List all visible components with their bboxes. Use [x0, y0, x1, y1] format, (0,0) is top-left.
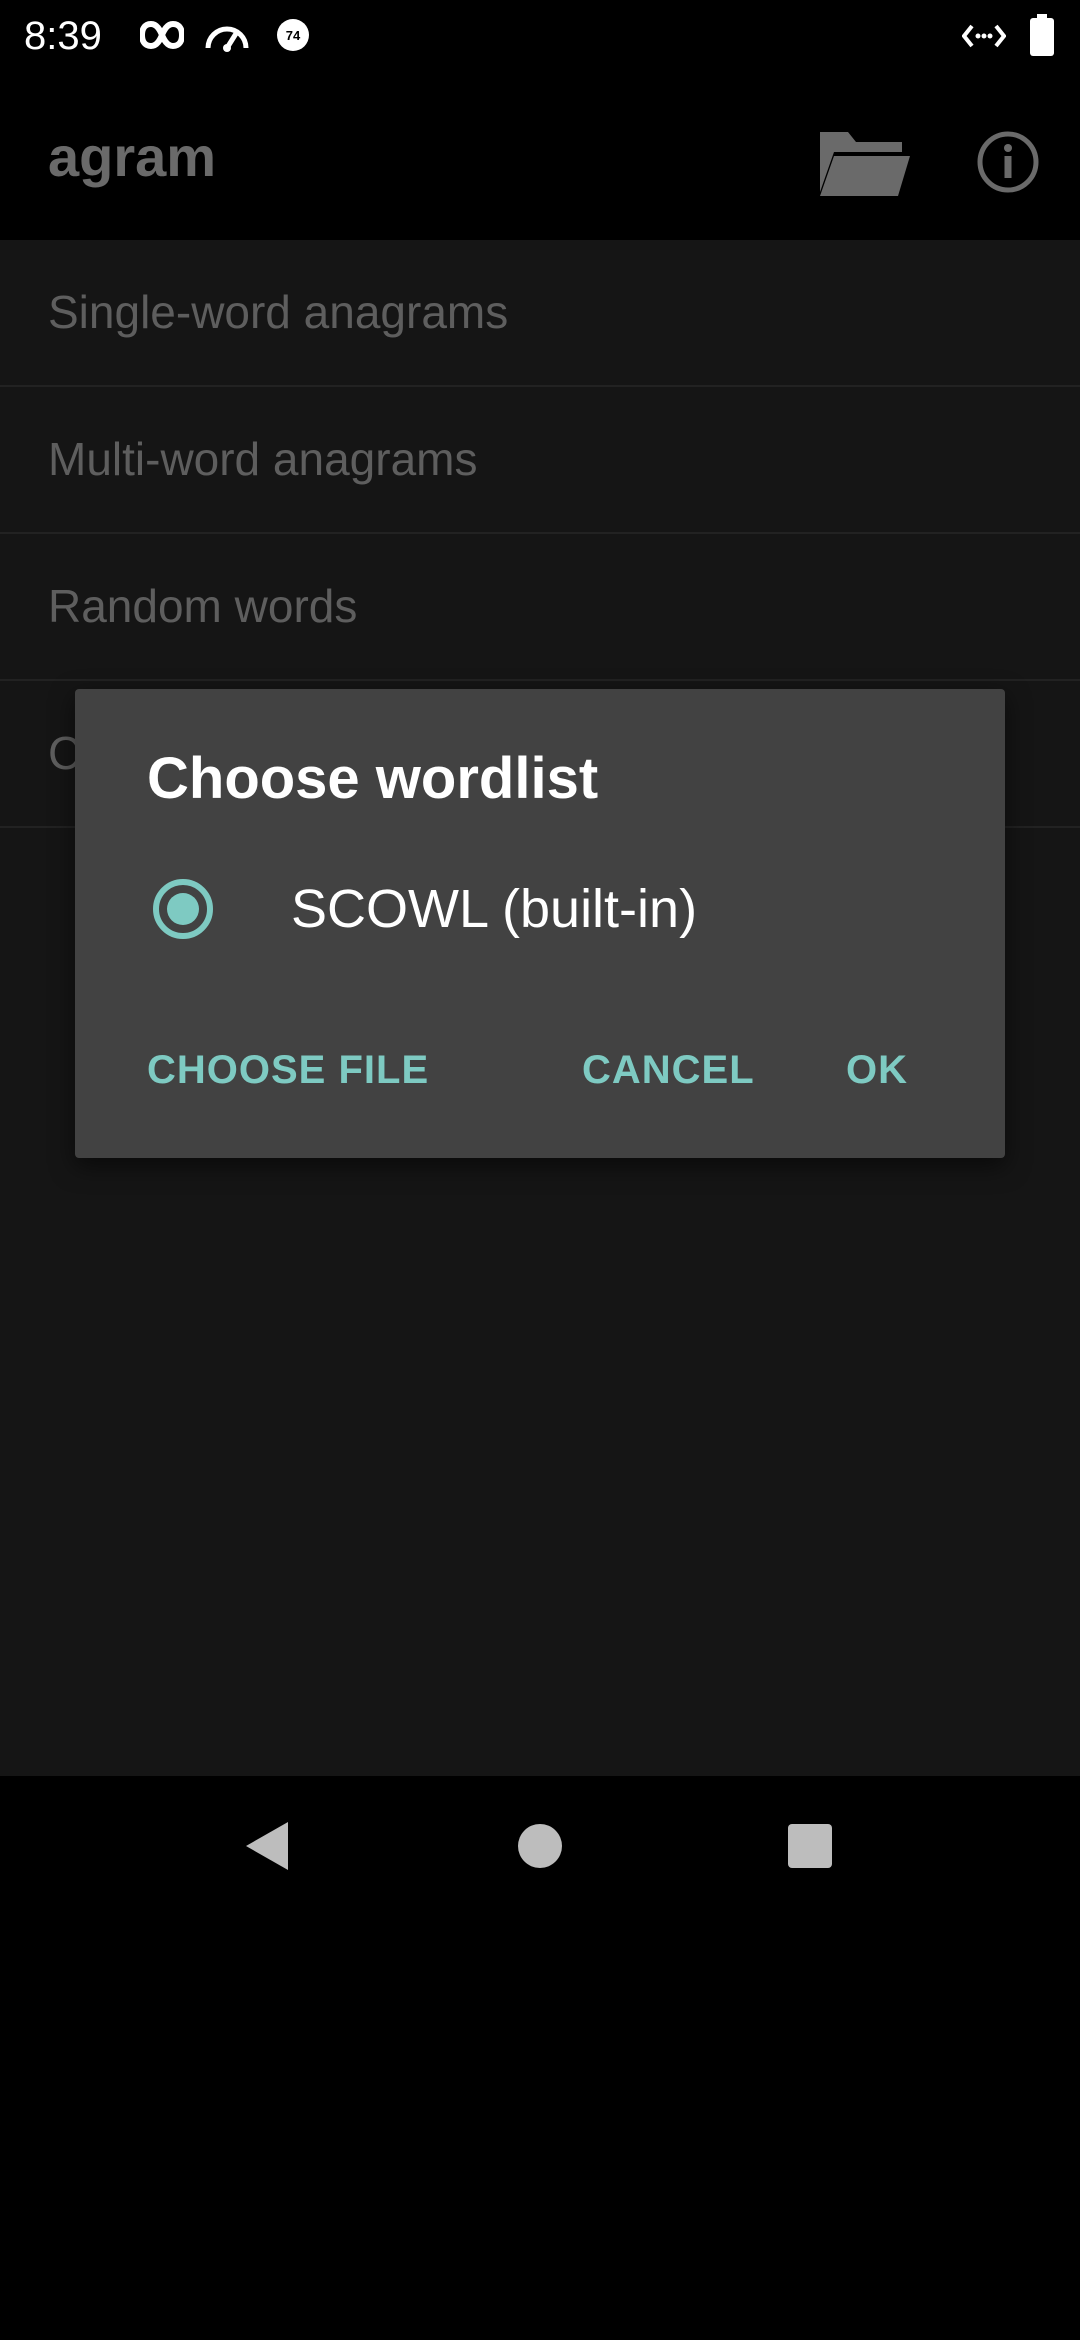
infinity-icon — [138, 20, 186, 50]
wordlist-option-label: SCOWL (built-in) — [291, 879, 698, 939]
info-button[interactable] — [958, 112, 1058, 212]
back-triangle-icon — [218, 1822, 318, 1900]
battery-icon — [1030, 14, 1054, 56]
ok-button[interactable]: OK — [846, 1034, 908, 1106]
choose-file-button[interactable]: CHOOSE FILE — [147, 1034, 429, 1106]
recents-button[interactable] — [760, 1796, 860, 1896]
radio-selected-icon[interactable] — [151, 877, 215, 941]
badge-74-icon: 74 — [276, 18, 310, 52]
menu-item-label: Random words — [48, 580, 358, 632]
menu-item-random-words[interactable]: Random words — [0, 534, 1080, 681]
badge-number: 74 — [286, 28, 301, 43]
app-bar: agram — [0, 72, 1080, 240]
choose-wordlist-dialog: Choose wordlist SCOWL (built-in) CHOOSE … — [75, 689, 1005, 1158]
cancel-button[interactable]: CANCEL — [582, 1034, 755, 1106]
menu-item-label: Single-word anagrams — [48, 286, 509, 338]
wordlist-option-scowl[interactable]: SCOWL (built-in) — [75, 859, 1005, 959]
menu-item-single-word[interactable]: Single-word anagrams — [0, 240, 1080, 387]
home-circle-icon — [490, 1824, 590, 1900]
navigation-bar — [0, 1776, 1080, 1918]
info-icon — [958, 131, 1058, 216]
menu-item-label: Multi-word anagrams — [48, 433, 478, 485]
speedometer-icon — [204, 18, 250, 52]
dialog-title: Choose wordlist — [147, 746, 599, 811]
app-title: agram — [48, 125, 217, 188]
status-bar: 8:39 74 — [0, 0, 1080, 72]
menu-item-multi-word[interactable]: Multi-word anagrams — [0, 387, 1080, 534]
code-arrows-icon — [961, 22, 1007, 50]
open-wordlist-button[interactable] — [814, 112, 914, 212]
home-button[interactable] — [490, 1796, 590, 1896]
folder-icon — [814, 132, 914, 216]
back-button[interactable] — [218, 1796, 318, 1896]
recents-square-icon — [760, 1824, 860, 1900]
status-time: 8:39 — [24, 14, 102, 58]
